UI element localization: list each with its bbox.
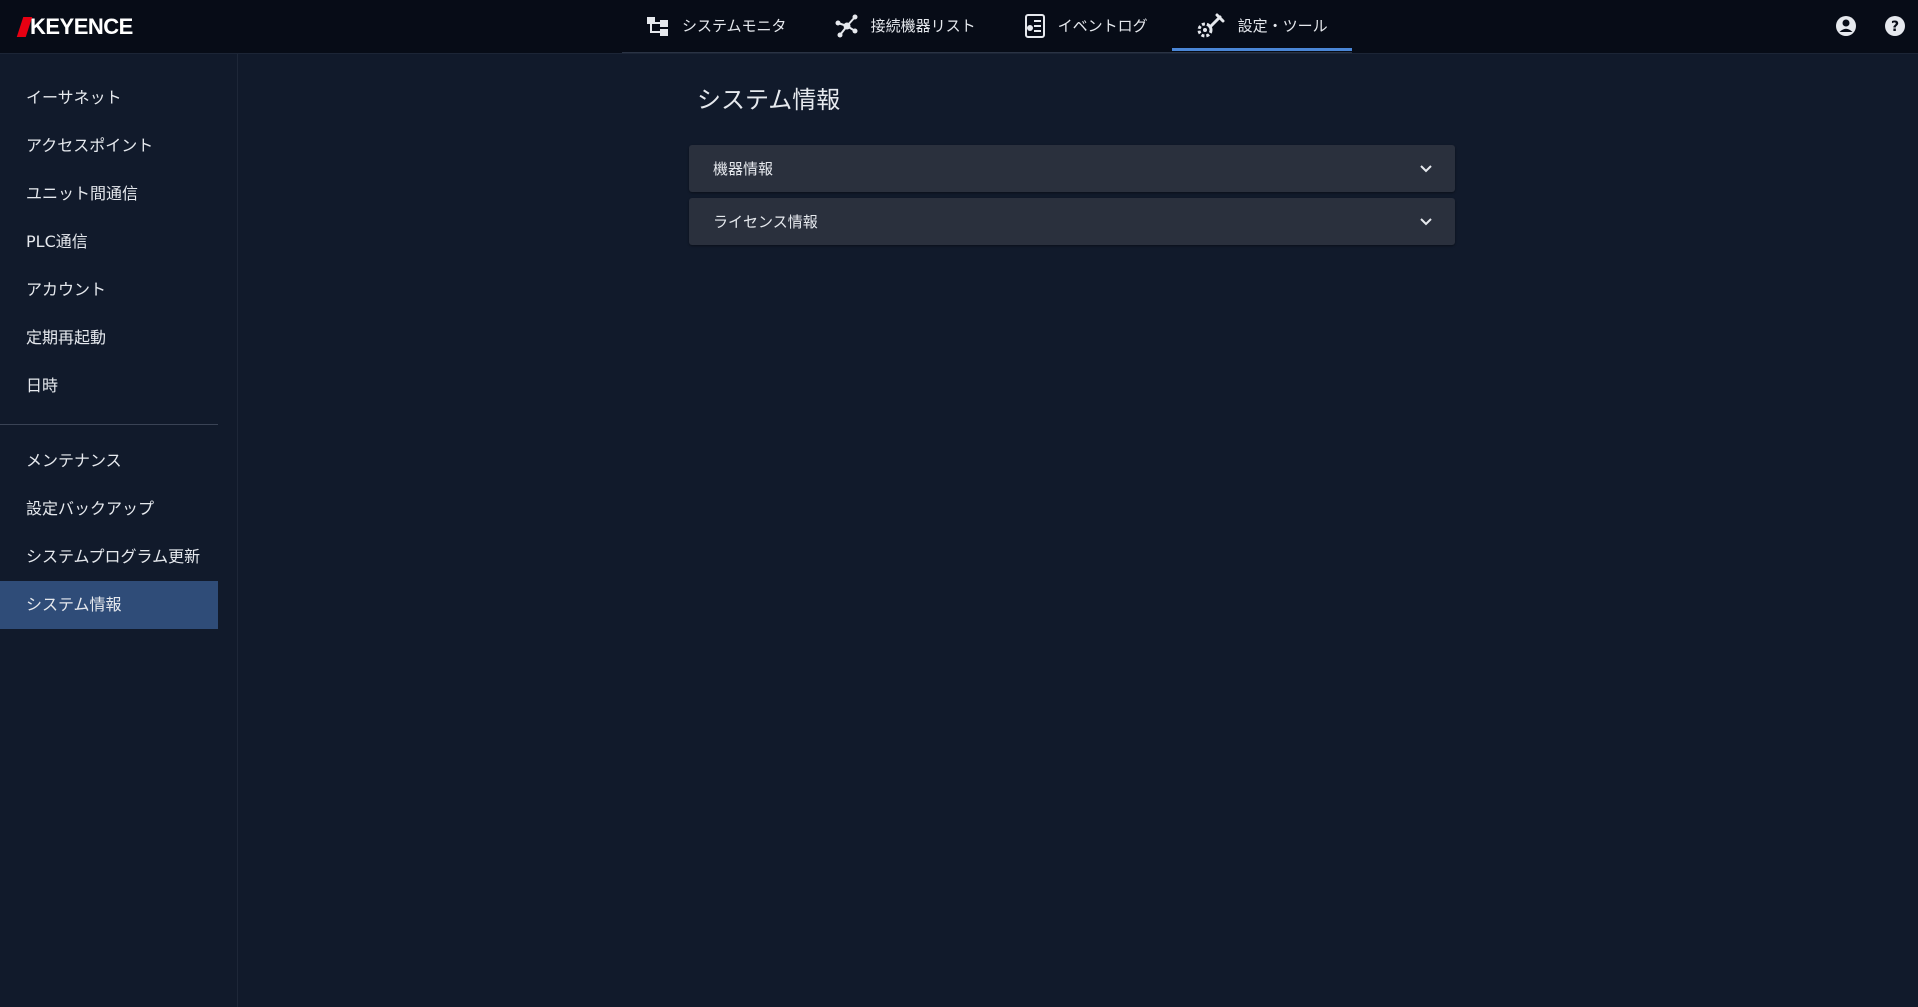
accordion-license-info[interactable]: ライセンス情報: [689, 198, 1455, 245]
sidebar-item-datetime[interactable]: 日時: [0, 362, 218, 410]
tab-label: システムモニタ: [682, 17, 787, 35]
help-icon[interactable]: ?: [1883, 14, 1907, 38]
top-bar: KEYENCE システムモニタ 接続機器リスト イベントログ 設定・ツール ?: [0, 0, 1918, 54]
sidebar-item-settings-backup[interactable]: 設定バックアップ: [0, 485, 218, 533]
tab-connected-devices[interactable]: 接続機器リスト: [811, 0, 1000, 51]
sidebar-item-access-point[interactable]: アクセスポイント: [0, 122, 218, 170]
tools-gear-icon: [1197, 13, 1225, 37]
keyence-logo[interactable]: KEYENCE: [16, 13, 133, 41]
page-title: システム情報: [697, 86, 841, 114]
accordion-label: ライセンス情報: [713, 213, 818, 231]
event-log-icon: [1024, 13, 1045, 38]
sidebar-item-maintenance[interactable]: メンテナンス: [0, 437, 218, 485]
tab-system-monitor[interactable]: システムモニタ: [622, 0, 811, 51]
accordion-label: 機器情報: [713, 160, 774, 178]
account-icon[interactable]: [1834, 14, 1858, 38]
chevron-down-icon: [1420, 217, 1432, 225]
sidebar: イーサネット アクセスポイント ユニット間通信 PLC通信 アカウント 定期再起…: [0, 54, 238, 1007]
main-nav: システムモニタ 接続機器リスト イベントログ 設定・ツール: [622, 0, 1352, 53]
sidebar-item-scheduled-restart[interactable]: 定期再起動: [0, 314, 218, 362]
logo-text: KEYENCE: [30, 14, 133, 39]
tab-event-log[interactable]: イベントログ: [1000, 0, 1172, 51]
chevron-down-icon: [1420, 164, 1432, 172]
sidebar-item-ethernet[interactable]: イーサネット: [0, 74, 218, 122]
sidebar-group-tools: メンテナンス 設定バックアップ システムプログラム更新 システム情報: [0, 425, 218, 629]
svg-text:?: ?: [1891, 19, 1899, 35]
tab-settings-tools[interactable]: 設定・ツール: [1171, 0, 1352, 51]
system-monitor-icon: [647, 16, 668, 36]
sidebar-item-account[interactable]: アカウント: [0, 266, 218, 314]
network-nodes-icon: [835, 14, 858, 37]
sidebar-item-system-program-update[interactable]: システムプログラム更新: [0, 533, 218, 581]
sidebar-item-plc-communication[interactable]: PLC通信: [0, 218, 218, 266]
accordion-device-info[interactable]: 機器情報: [689, 145, 1455, 192]
sidebar-group-settings: イーサネット アクセスポイント ユニット間通信 PLC通信 アカウント 定期再起…: [0, 54, 218, 410]
tab-label: 接続機器リスト: [870, 17, 976, 35]
sidebar-item-system-info[interactable]: システム情報: [0, 581, 218, 629]
sidebar-item-unit-communication[interactable]: ユニット間通信: [0, 170, 218, 218]
tab-label: イベントログ: [1057, 17, 1148, 35]
tab-label: 設定・ツール: [1237, 17, 1328, 35]
